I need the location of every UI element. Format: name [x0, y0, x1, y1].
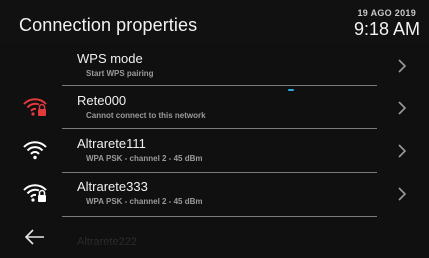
chevron-right-icon	[398, 59, 407, 73]
list-item-network[interactable]: Altrarete333 WPA PSK - channel 2 - 45 dB…	[0, 174, 429, 216]
wifi-locked-error-icon	[23, 98, 47, 116]
list-fade-overlay	[0, 222, 429, 258]
list-item-network[interactable]: Rete000 Cannot connect to this network	[0, 88, 429, 130]
divider	[62, 216, 377, 217]
list-item-name: WPS mode	[77, 51, 143, 66]
list-item-subtitle: Cannot connect to this network	[86, 111, 206, 120]
wifi-icon	[23, 141, 47, 160]
back-arrow-icon[interactable]	[24, 229, 46, 245]
header-bar: Connection properties 19 AGO 2019 9:18 A…	[0, 0, 429, 44]
list-item-name: Rete000	[77, 93, 127, 108]
list-item-subtitle: WPA PSK - channel 2 - 45 dBm	[86, 197, 203, 206]
list-item-network[interactable]: Altrarete111 WPA PSK - channel 2 - 45 dB…	[0, 131, 429, 173]
list-item-subtitle: Start WPS pairing	[86, 69, 154, 78]
divider	[62, 172, 377, 173]
divider	[62, 85, 377, 86]
chevron-right-icon	[398, 144, 407, 158]
list-item-wps-mode[interactable]: WPS mode Start WPS pairing	[0, 46, 429, 88]
list-item-name: Altrarete111	[77, 136, 146, 151]
list-item-subtitle: WPA PSK - channel 2 - 45 dBm	[86, 154, 203, 163]
list-item-name: Altrarete333	[77, 179, 148, 194]
divider	[62, 128, 377, 129]
list-item-partial[interactable]: Altrarete222	[77, 236, 137, 248]
time-label: 9:18 AM	[353, 19, 420, 39]
chevron-right-icon	[398, 101, 407, 115]
page-title: Connection properties	[19, 15, 198, 35]
date-label: 19 AGO 2019	[357, 8, 416, 18]
chevron-right-icon	[398, 187, 407, 201]
wifi-locked-icon	[23, 184, 47, 202]
